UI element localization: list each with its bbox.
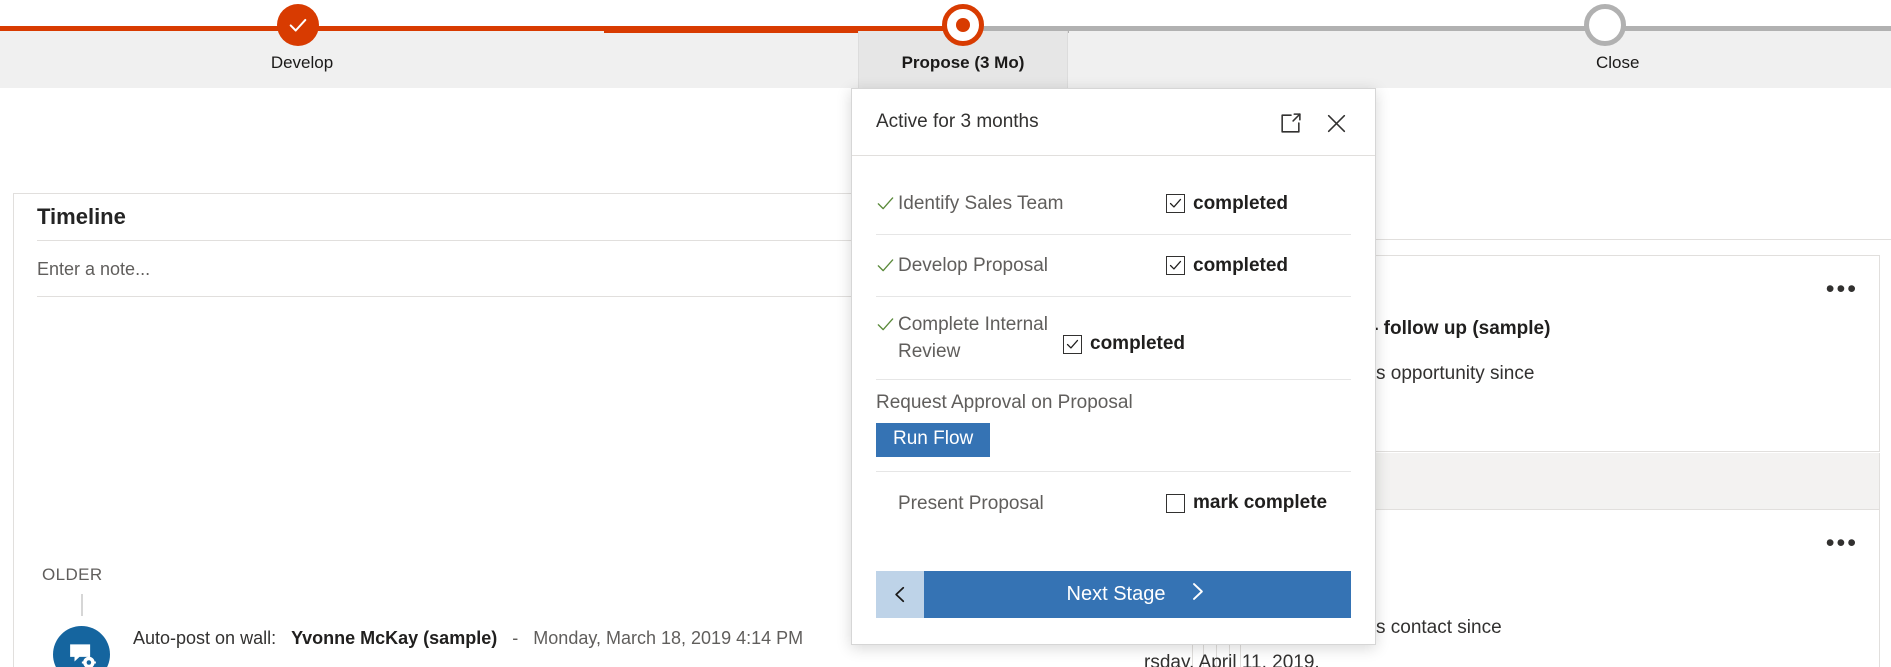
flyout-header: Active for 3 months — [852, 89, 1375, 155]
timeline-connector — [81, 594, 83, 616]
close-icon[interactable] — [1319, 107, 1353, 139]
empty-circle-icon[interactable] — [1584, 4, 1626, 46]
more-options-icon[interactable]: ••• — [1826, 284, 1858, 294]
stage-label-develop: Develop — [0, 53, 604, 73]
timeline-group-label: OLDER — [42, 565, 103, 585]
app-root: Develop Propose (3 Mo) Close Timeline En… — [0, 0, 1891, 667]
checkbox-checked-icon[interactable] — [1166, 194, 1185, 213]
status-label: mark complete — [1193, 492, 1327, 514]
checkbox-checked-icon[interactable] — [1166, 256, 1185, 275]
stage-step[interactable]: Develop Proposal completed — [876, 235, 1351, 297]
checkbox-checked-icon[interactable] — [1063, 335, 1082, 354]
green-check-icon — [876, 194, 898, 213]
status-label: completed — [1090, 333, 1185, 355]
stage-step-label: Develop Proposal — [898, 252, 1166, 279]
post-timestamp: Monday, March 18, 2019 4:14 PM — [533, 628, 803, 648]
check-icon[interactable] — [277, 4, 319, 46]
post-separator: - — [512, 628, 518, 648]
business-process-flow-bar: Develop Propose (3 Mo) Close — [0, 0, 1891, 88]
run-flow-button[interactable]: Run Flow — [876, 423, 990, 457]
stage-step-label: Complete Internal Review — [898, 311, 1063, 365]
note-input[interactable]: Enter a note... — [37, 259, 150, 280]
auto-post-icon — [53, 626, 110, 667]
stage-step-label: Request Approval on Proposal — [876, 392, 1351, 414]
page-title: Timeline — [37, 204, 126, 230]
previous-stage-button[interactable] — [876, 571, 924, 618]
current-stage-dot — [956, 18, 970, 32]
stage-step[interactable]: Identify Sales Team completed — [876, 173, 1351, 235]
checkbox-unchecked-icon[interactable] — [1166, 494, 1185, 513]
stage-navigation: Next Stage — [876, 571, 1351, 618]
green-check-icon — [876, 256, 898, 275]
stage-label-close: Close — [1596, 53, 1639, 73]
next-stage-button[interactable]: Next Stage — [924, 571, 1351, 618]
stage-step-status[interactable]: completed — [1166, 193, 1351, 215]
stage-tab-close[interactable]: Close — [1069, 31, 1891, 88]
post-header: Auto-post on wall: Yvonne McKay (sample)… — [133, 628, 803, 649]
stage-label-propose: Propose (3 Mo) — [859, 53, 1067, 73]
current-stage-icon[interactable] — [942, 4, 984, 46]
stage-step[interactable]: Complete Internal Review completed — [876, 297, 1351, 380]
stage-steps-list: Identify Sales Team completed Develop Pr… — [876, 173, 1351, 534]
next-stage-label: Next Stage — [1067, 583, 1166, 606]
stage-step-label: Present Proposal — [898, 490, 1166, 517]
status-label: completed — [1193, 193, 1288, 215]
expand-icon[interactable] — [1273, 107, 1307, 139]
status-label: completed — [1193, 255, 1288, 277]
stage-flyout: Active for 3 months Identify Sa — [851, 88, 1376, 645]
stage-step-status[interactable]: mark complete — [1166, 492, 1351, 514]
chevron-right-icon — [1187, 581, 1208, 608]
green-check-icon — [876, 311, 898, 334]
stage-step-label: Identify Sales Team — [898, 190, 1166, 217]
flyout-title: Active for 3 months — [876, 111, 1039, 133]
stage-step-status[interactable]: completed — [1166, 255, 1351, 277]
more-options-icon[interactable]: ••• — [1826, 538, 1858, 548]
post-author[interactable]: Yvonne McKay (sample) — [291, 628, 497, 648]
stage-step[interactable]: Present Proposal mark complete — [876, 472, 1351, 534]
flyout-header-divider — [852, 155, 1375, 156]
stage-step-flow: Request Approval on Proposal Run Flow — [876, 380, 1351, 472]
post-prefix: Auto-post on wall: — [133, 628, 276, 648]
stage-step-status[interactable]: completed — [1063, 311, 1351, 355]
